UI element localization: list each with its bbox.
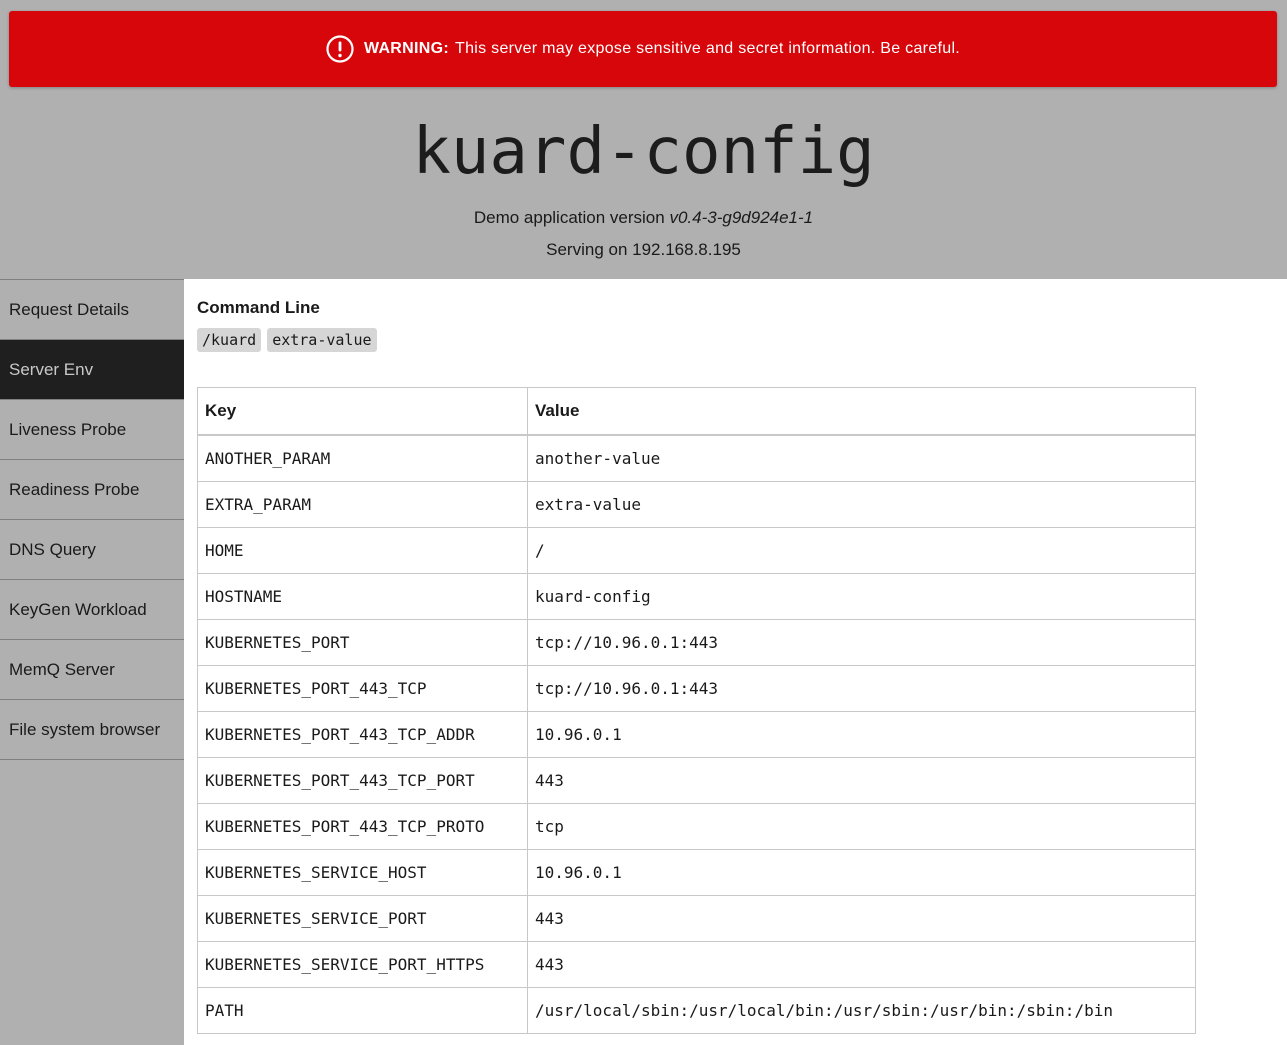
table-header-row: Key Value [197,387,1196,436]
env-value: another-value [527,434,1196,482]
env-key: KUBERNETES_PORT_443_TCP_PORT [197,757,528,804]
env-value: tcp [527,803,1196,850]
env-key: EXTRA_PARAM [197,481,528,528]
warning-label: WARNING: [363,40,449,57]
table-row: KUBERNETES_PORT_443_TCP_PORT 443 [197,757,1196,804]
sidebar-item-request-details[interactable]: Request Details [0,279,184,339]
env-key: HOSTNAME [197,573,528,620]
env-value: extra-value [527,481,1196,528]
table-row: KUBERNETES_PORT_443_TCP_PROTO tcp [197,803,1196,850]
env-value: 10.96.0.1 [527,711,1196,758]
version-prefix: Demo application version [473,208,665,227]
env-key: KUBERNETES_PORT_443_TCP_PROTO [197,803,528,850]
table-row: EXTRA_PARAM extra-value [197,481,1196,528]
env-value: 10.96.0.1 [527,849,1196,896]
exclamation-circle-icon [326,35,354,63]
warning-message: This server may expose sensitive and sec… [455,40,961,57]
command-arg: /kuard [197,328,262,352]
env-value: /usr/local/sbin:/usr/local/bin:/usr/sbin… [527,987,1196,1034]
env-key: KUBERNETES_SERVICE_PORT [197,895,528,942]
env-value: 443 [527,895,1196,942]
env-key: HOME [197,527,528,574]
table-row: HOME / [197,527,1196,574]
env-key: ANOTHER_PARAM [197,434,528,482]
table-row: KUBERNETES_SERVICE_PORT_HTTPS 443 [197,941,1196,988]
sidebar-item-memq-server[interactable]: MemQ Server [0,639,184,699]
warning-banner: WARNING: This server may expose sensitiv… [9,11,1277,87]
table-row: PATH /usr/local/sbin:/usr/local/bin:/usr… [197,987,1196,1034]
table-row: HOSTNAME kuard-config [197,573,1196,620]
sidebar-item-file-system-browser[interactable]: File system browser [0,699,184,760]
sidebar-item-server-env[interactable]: Server Env [0,339,184,399]
env-key: KUBERNETES_SERVICE_PORT_HTTPS [197,941,528,988]
column-header-key: Key [197,387,528,436]
sidebar-item-dns-query[interactable]: DNS Query [0,519,184,579]
command-line-args: /kuard extra-value [197,328,377,352]
sidebar-item-readiness-probe[interactable]: Readiness Probe [0,459,184,519]
env-value: 443 [527,757,1196,804]
sidebar-item-liveness-probe[interactable]: Liveness Probe [0,399,184,459]
env-key: PATH [197,987,528,1034]
table-row: KUBERNETES_SERVICE_HOST 10.96.0.1 [197,849,1196,896]
env-key: KUBERNETES_PORT_443_TCP_ADDR [197,711,528,758]
env-value: 443 [527,941,1196,988]
serving-address: Serving on 192.168.8.195 [546,240,741,259]
env-key: KUBERNETES_SERVICE_HOST [197,849,528,896]
env-key: KUBERNETES_PORT_443_TCP [197,665,528,712]
sidebar-item-keygen-workload[interactable]: KeyGen Workload [0,579,184,639]
command-arg: extra-value [267,328,377,352]
sidebar-nav: Request Details Server Env Liveness Prob… [0,279,184,1045]
version-value: v0.4-3-g9d924e1-1 [669,208,814,227]
env-value: tcp://10.96.0.1:443 [527,665,1196,712]
main-content: Command Line /kuard extra-value Key Valu… [184,279,1287,1045]
env-value: kuard-config [527,573,1196,620]
env-table: Key Value ANOTHER_PARAM another-value EX… [197,387,1196,1034]
env-key: KUBERNETES_PORT [197,619,528,666]
table-row: KUBERNETES_SERVICE_PORT 443 [197,895,1196,942]
page-header: WARNING: This server may expose sensitiv… [0,0,1287,279]
column-header-value: Value [527,387,1196,436]
command-line-title: Command Line [197,298,320,317]
table-row: KUBERNETES_PORT_443_TCP tcp://10.96.0.1:… [197,665,1196,712]
table-row: KUBERNETES_PORT tcp://10.96.0.1:443 [197,619,1196,666]
env-value: / [527,527,1196,574]
env-value: tcp://10.96.0.1:443 [527,619,1196,666]
table-row: ANOTHER_PARAM another-value [197,434,1196,482]
app-title: kuard-config [412,115,875,189]
table-row: KUBERNETES_PORT_443_TCP_ADDR 10.96.0.1 [197,711,1196,758]
version-line: Demo application version v0.4-3-g9d924e1… [0,207,1287,229]
